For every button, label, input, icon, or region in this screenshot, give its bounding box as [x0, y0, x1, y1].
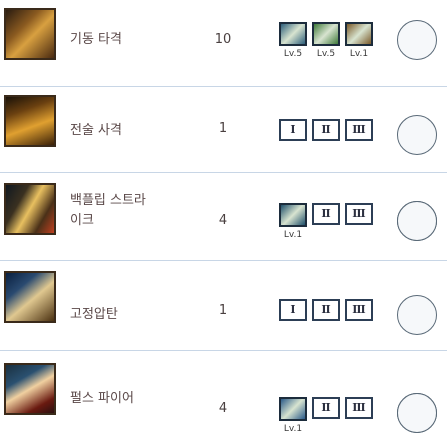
rune-gem-icon[interactable] [279, 203, 307, 227]
skill-name: 펄스 파이어 [70, 391, 134, 406]
backflip-strike-icon [4, 183, 56, 235]
rune-gem-icon[interactable] [279, 397, 307, 421]
skill-row[interactable]: 펄스 파이어 4 Lv.1 Ⅱ Ⅲ [0, 350, 447, 436]
mobile-strike-icon [4, 8, 56, 60]
spark-slot-icon[interactable] [397, 393, 437, 433]
skill-name: 백플립 스트라 이크 [70, 193, 146, 228]
rune-gem-icon[interactable] [279, 22, 307, 46]
rune-slot-3[interactable]: Ⅲ [345, 397, 373, 419]
rune-level: Lv.1 [283, 230, 303, 240]
rune-slot-1[interactable]: Ⅰ [279, 299, 307, 321]
rune-level: Lv.1 [349, 49, 369, 59]
skill-name: 전술 사격 [70, 123, 122, 138]
high-pressure-shot-icon [4, 271, 56, 323]
rune-slot-3[interactable]: Ⅲ [345, 299, 373, 321]
rune-level: Lv.5 [316, 49, 336, 59]
rune-gem-icon[interactable] [312, 22, 340, 46]
skill-row[interactable]: 고정압탄 1 Ⅰ Ⅱ Ⅲ [0, 260, 447, 346]
spark-slot-icon[interactable] [397, 115, 437, 155]
rune-slot-2[interactable]: Ⅱ [312, 397, 340, 419]
pulse-fire-icon [4, 363, 56, 415]
rune-slot-2[interactable]: Ⅱ [312, 119, 340, 141]
rune-level: Lv.1 [283, 424, 303, 434]
skill-row[interactable]: 백플립 스트라 이크 4 Lv.1 Ⅱ Ⅲ [0, 172, 447, 258]
tactical-shot-icon [4, 95, 56, 147]
rune-level: Lv.5 [283, 49, 303, 59]
skill-name: 고정압탄 [70, 307, 118, 322]
skill-level: 1 [218, 121, 228, 136]
rune-slot-3[interactable]: Ⅲ [345, 203, 373, 225]
skill-level: 1 [218, 303, 228, 318]
spark-slot-icon[interactable] [397, 295, 437, 335]
rune-slot-3[interactable]: Ⅲ [345, 119, 373, 141]
skill-level: 10 [214, 32, 232, 47]
rune-slot-1[interactable]: Ⅰ [279, 119, 307, 141]
rune-slot-2[interactable]: Ⅱ [312, 203, 340, 225]
skill-row[interactable]: 기동 타격 10 Lv.5 Lv.5 Lv.1 [0, 0, 447, 86]
spark-slot-icon[interactable] [397, 201, 437, 241]
spark-slot-icon[interactable] [397, 20, 437, 60]
rune-slot-2[interactable]: Ⅱ [312, 299, 340, 321]
skill-name: 기동 타격 [70, 32, 122, 47]
skill-level: 4 [218, 401, 228, 416]
skill-row[interactable]: 전술 사격 1 Ⅰ Ⅱ Ⅲ [0, 86, 447, 172]
rune-gem-icon[interactable] [345, 22, 373, 46]
skill-level: 4 [218, 213, 228, 228]
